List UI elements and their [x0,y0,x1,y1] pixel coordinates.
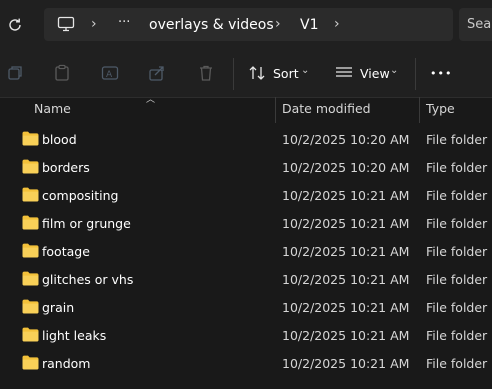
column-resizer[interactable] [419,97,420,123]
search-placeholder: Sea [467,17,492,32]
svg-text:A: A [106,70,113,80]
folder-icon [22,271,39,286]
item-type: File folder [426,328,488,343]
sort-label: Sort [273,66,299,81]
folder-icon [22,299,39,314]
view-label: View [360,66,390,81]
item-name: borders [42,160,90,175]
item-type: File folder [426,216,488,231]
breadcrumb-overflow-button[interactable]: ··· [118,15,130,30]
list-item[interactable]: blood 10/2/2025 10:20 AM File folder [0,126,492,154]
item-name: glitches or vhs [42,272,134,287]
item-type: File folder [426,244,488,259]
list-item[interactable]: borders 10/2/2025 10:20 AM File folder [0,154,492,182]
item-name: light leaks [42,328,107,343]
this-pc-icon[interactable] [57,16,75,35]
folder-icon [22,187,39,202]
refresh-icon[interactable] [6,16,24,34]
item-date-modified: 10/2/2025 10:20 AM [282,160,410,175]
search-input[interactable]: Sea [459,8,492,41]
list-item[interactable]: compositing 10/2/2025 10:21 AM File fold… [0,182,492,210]
item-type: File folder [426,160,488,175]
folder-icon [22,159,39,174]
item-date-modified: 10/2/2025 10:21 AM [282,244,410,259]
item-name: footage [42,244,90,259]
item-name: grain [42,300,75,315]
item-date-modified: 10/2/2025 10:20 AM [282,132,410,147]
item-name: compositing [42,188,119,203]
column-header-name[interactable]: Name [34,101,71,116]
breadcrumb-segment-overlays[interactable]: overlays & videos [149,17,274,33]
item-name: random [42,356,91,371]
delete-icon[interactable] [197,64,215,82]
sort-ascending-indicator: ︿ [146,95,156,105]
toolbar-divider [233,58,234,90]
list-item[interactable]: grain 10/2/2025 10:21 AM File folder [0,294,492,322]
chevron-down-icon: ⌄ [301,65,310,76]
list-item[interactable]: light leaks 10/2/2025 10:21 AM File fold… [0,322,492,350]
item-date-modified: 10/2/2025 10:21 AM [282,300,410,315]
item-date-modified: 10/2/2025 10:21 AM [282,188,410,203]
column-header-date-modified[interactable]: Date modified [282,101,371,116]
folder-icon [22,131,39,146]
view-icon [336,67,352,77]
toolbar-divider [415,58,416,90]
list-item[interactable]: footage 10/2/2025 10:21 AM File folder [0,238,492,266]
chevron-right-icon[interactable]: › [334,16,340,32]
item-name: blood [42,132,77,147]
folder-icon [22,243,39,258]
share-icon[interactable] [148,64,166,82]
item-name: film or grunge [42,216,131,231]
more-options-button[interactable]: ••• [430,67,452,80]
sort-icon [249,66,265,80]
item-type: File folder [426,188,488,203]
item-date-modified: 10/2/2025 10:21 AM [282,272,410,287]
list-item[interactable]: random 10/2/2025 10:21 AM File folder [0,350,492,378]
column-header-type[interactable]: Type [426,101,455,116]
list-item[interactable]: glitches or vhs 10/2/2025 10:21 AM File … [0,266,492,294]
item-type: File folder [426,132,488,147]
folder-icon [22,327,39,342]
folder-icon [22,215,39,230]
column-resizer[interactable] [275,97,276,123]
view-button[interactable]: View ⌄ [334,64,404,84]
list-item[interactable]: film or grunge 10/2/2025 10:21 AM File f… [0,210,492,238]
item-type: File folder [426,300,488,315]
item-type: File folder [426,272,488,287]
cut-icon[interactable] [6,64,24,82]
item-date-modified: 10/2/2025 10:21 AM [282,328,410,343]
folder-icon [22,355,39,370]
item-date-modified: 10/2/2025 10:21 AM [282,216,410,231]
chevron-down-icon: ⌄ [390,65,399,76]
breadcrumb-segment-v1[interactable]: V1 [300,17,318,33]
item-date-modified: 10/2/2025 10:21 AM [282,356,410,371]
sort-button[interactable]: Sort ⌄ [246,64,320,84]
chevron-right-icon[interactable]: › [275,16,281,32]
chevron-right-icon[interactable]: › [91,16,97,32]
rename-icon[interactable]: A [101,64,119,82]
copy-icon[interactable] [53,64,71,82]
item-type: File folder [426,356,488,371]
